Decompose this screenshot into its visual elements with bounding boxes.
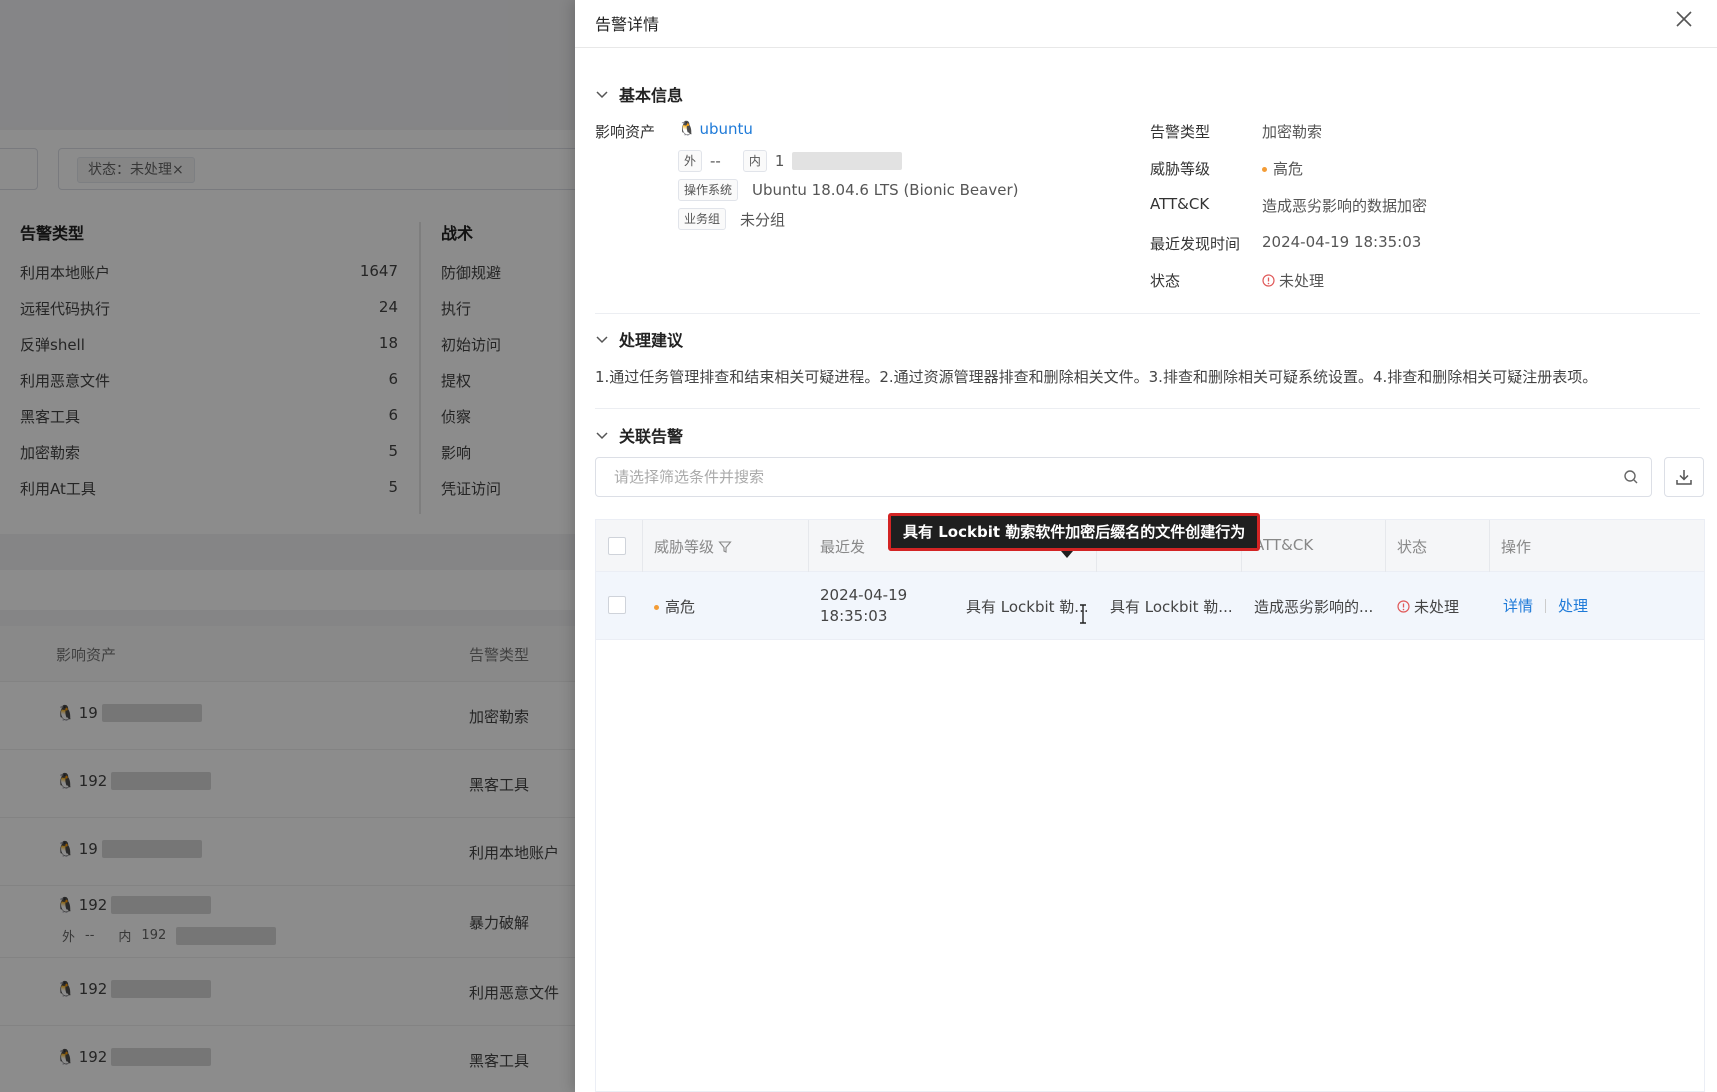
group-tag: 业务组 [678, 208, 727, 230]
os-value: Ubuntu 18.04.6 LTS (Bionic Beaver) [752, 181, 1019, 199]
asset-link[interactable]: ubuntu [699, 120, 752, 138]
high-risk-dot [654, 605, 659, 610]
related-alerts-table: 威胁等级 最近发 ATT&CK 状态 操作 高危 2024-04-19 18:35… [595, 519, 1705, 1092]
description-cell[interactable]: 具有 Lockbit 勒... [1110, 596, 1233, 617]
threat-header[interactable]: 威胁等级 [654, 536, 732, 557]
detail-link[interactable]: 详情 [1503, 597, 1533, 615]
threat-level-value: 高危 [1262, 158, 1303, 179]
asset-ip-row: 外 -- 内 1 [678, 150, 903, 172]
asset-label: 影响资产 [595, 123, 656, 141]
warning-circle-icon [1262, 274, 1275, 287]
alert-type-value: 加密勒索 [1262, 123, 1323, 141]
recent-cell: 2024-04-19 18:35:03 [820, 586, 908, 625]
related-alerts-section-title[interactable]: 关联告警 [595, 423, 683, 447]
alert-detail-drawer: 告警详情 基本信息 影响资产 🐧 ubuntu 外 -- 内 1 操作系统 Ub… [575, 0, 1717, 1092]
internal-ip-tag: 内 [742, 150, 767, 172]
internal-ip-value: 1 [774, 152, 785, 170]
divider [595, 313, 1700, 314]
basic-info-section-title[interactable]: 基本信息 [595, 82, 683, 106]
status-cell: 未处理 [1397, 596, 1459, 617]
warning-circle-icon [1397, 600, 1410, 613]
drawer-title: 告警详情 [595, 15, 660, 34]
group-value: 未分组 [740, 210, 786, 229]
related-search-input[interactable] [596, 458, 1616, 496]
related-search-box [595, 457, 1652, 497]
chevron-down-icon [596, 91, 608, 99]
threat-level-label: 威胁等级 [1150, 160, 1211, 178]
close-icon[interactable] [1673, 8, 1695, 30]
row-checkbox[interactable] [608, 596, 626, 614]
asset-value: 🐧 ubuntu [678, 120, 753, 138]
action-cell: 详情 处理 [1503, 595, 1588, 616]
chevron-down-icon [596, 432, 608, 440]
status-header: 状态 [1397, 538, 1428, 556]
recent-time-value: 2024-04-19 18:35:03 [1262, 233, 1422, 251]
alert-type-label: 告警类型 [1150, 123, 1211, 141]
modal-overlay[interactable] [0, 0, 575, 1092]
table-row[interactable]: 高危 2024-04-19 18:35:03 具有 Lockbit 勒... 具有… [596, 572, 1704, 640]
attck-label: ATT&CK [1150, 195, 1210, 213]
external-ip-tag: 外 [678, 150, 703, 172]
status-value: 未处理 [1262, 270, 1324, 291]
tooltip-arrow [1061, 551, 1073, 558]
divider [595, 408, 1700, 409]
select-all-checkbox[interactable] [608, 537, 626, 555]
download-button[interactable] [1664, 457, 1704, 497]
status-label: 状态 [1150, 272, 1181, 290]
advice-section-title[interactable]: 处理建议 [595, 327, 683, 351]
os-tag: 操作系统 [678, 179, 739, 201]
linux-icon: 🐧 [678, 121, 696, 137]
attck-value: 造成恶劣影响的数据加密 [1262, 197, 1428, 215]
chevron-down-icon [596, 336, 608, 344]
recent-time-label: 最近发现时间 [1150, 235, 1241, 253]
filter-icon[interactable] [718, 540, 732, 554]
group-row: 业务组 未分组 [678, 208, 785, 230]
rule-name-cell[interactable]: 具有 Lockbit 勒... [966, 596, 1089, 617]
drawer-header: 告警详情 [575, 0, 1717, 48]
high-risk-dot [1262, 167, 1267, 172]
external-ip-value: -- [710, 152, 721, 170]
text-cursor-icon [1080, 604, 1086, 624]
os-row: 操作系统 Ubuntu 18.04.6 LTS (Bionic Beaver) [678, 179, 1018, 201]
recent-header[interactable]: 最近发 [820, 536, 865, 557]
attck-header: ATT&CK [1254, 536, 1314, 554]
action-header: 操作 [1501, 538, 1532, 556]
advice-text: 1.通过任务管理排查和结束相关可疑进程。2.通过资源管理器排查和删除相关文件。3… [595, 368, 1598, 386]
handle-link[interactable]: 处理 [1558, 597, 1588, 615]
search-icon[interactable] [1623, 469, 1639, 485]
tooltip: 具有 Lockbit 勒索软件加密后缀名的文件创建行为 [888, 513, 1261, 558]
attck-cell: 造成恶劣影响的... [1254, 598, 1374, 616]
download-icon [1676, 470, 1692, 485]
redacted-ip [792, 152, 903, 170]
threat-cell: 高危 [654, 596, 695, 617]
